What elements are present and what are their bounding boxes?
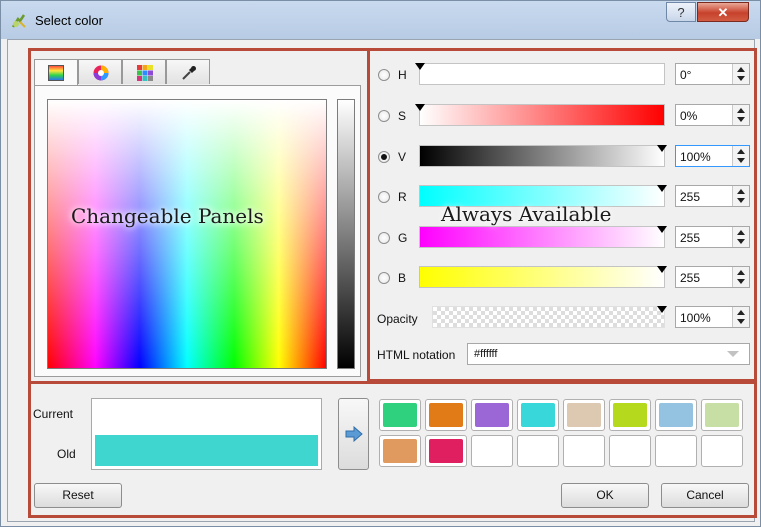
always-available-caption: Always Available (441, 202, 612, 226)
help-button[interactable]: ? (666, 2, 696, 22)
title-bar: Select color ? ✕ (1, 1, 760, 39)
qgis-app-icon (11, 14, 26, 28)
close-button[interactable]: ✕ (697, 2, 749, 22)
select-color-dialog: Select color ? ✕ H 0° S 0% V 100% R 255 … (0, 0, 761, 527)
bottom-section-highlight (28, 381, 757, 518)
window-title: Select color (35, 13, 103, 28)
changeable-panels-caption: Changeable Panels (71, 204, 264, 228)
